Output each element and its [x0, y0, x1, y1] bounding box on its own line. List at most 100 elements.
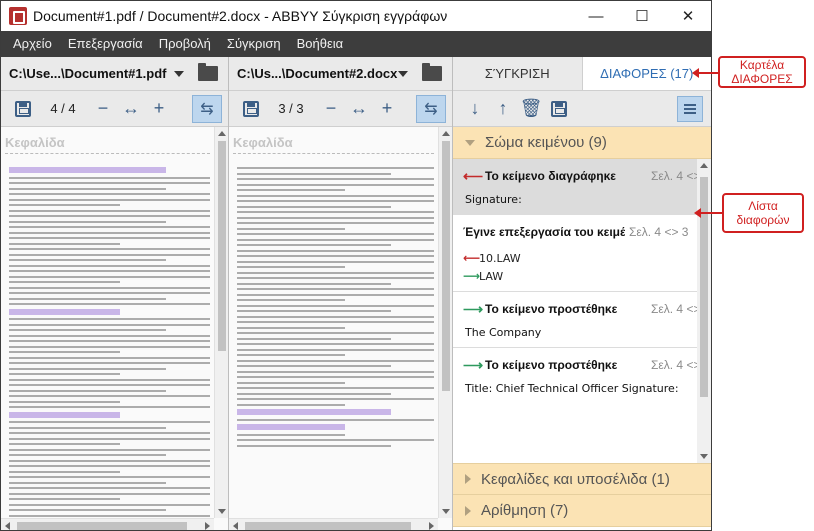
- group-headers-footers[interactable]: Κεφαλίδες και υποσέλιδα (1): [453, 463, 711, 495]
- menu-view[interactable]: Προβολή: [151, 31, 219, 57]
- text-line: [237, 277, 434, 279]
- text-line: [9, 384, 210, 386]
- text-line: [237, 282, 391, 285]
- save-button[interactable]: [9, 95, 37, 123]
- text-line: [237, 332, 434, 334]
- menu-file[interactable]: Αρχείο: [5, 31, 60, 57]
- deleted-arrow-icon: ⟵: [463, 167, 484, 184]
- differences-list[interactable]: ⟵ Το κείμενο διαγράφηκε Σελ. 4 <> 3 Sign…: [453, 159, 711, 463]
- maximize-button[interactable]: ☐: [619, 1, 665, 31]
- document-2-view[interactable]: Κεφαλίδα: [229, 127, 452, 530]
- text-line: [9, 389, 166, 392]
- document-1-path[interactable]: C:\Use...\Document#1.pdf: [9, 66, 174, 81]
- difference-item[interactable]: ⟶ Το κείμενο προστέθηκε Σελ. 4 <> 3 The …: [453, 292, 711, 348]
- document-1-view[interactable]: Κεφαλίδα: [1, 127, 228, 530]
- save-icon: [15, 100, 31, 117]
- scroll-down-icon[interactable]: [442, 509, 450, 514]
- previous-difference-icon[interactable]: ↑: [489, 95, 517, 123]
- list-view-button[interactable]: [677, 96, 703, 122]
- text-line: [9, 270, 210, 272]
- document-2-horizontal-scrollbar[interactable]: [229, 518, 438, 530]
- scroll-left-icon[interactable]: [233, 522, 238, 530]
- text-line: [237, 337, 391, 340]
- folder-open-icon[interactable]: [422, 63, 442, 81]
- minimize-button[interactable]: —: [573, 1, 619, 31]
- save-button[interactable]: [545, 95, 573, 123]
- text-line: [9, 443, 120, 445]
- scroll-thumb[interactable]: [245, 522, 411, 530]
- text-line: [9, 437, 210, 440]
- text-line: [9, 509, 166, 511]
- text-line: [9, 220, 166, 223]
- text-line: [237, 249, 434, 252]
- text-line: [237, 310, 391, 312]
- highlighted-line: [237, 424, 346, 430]
- scroll-up-icon[interactable]: [442, 131, 450, 136]
- scroll-thumb[interactable]: [442, 141, 450, 391]
- zoom-out-icon[interactable]: −: [89, 95, 117, 123]
- tab-compare[interactable]: ΣΎΓΚΡΙΣΗ: [453, 57, 583, 90]
- zoom-in-icon[interactable]: +: [373, 95, 401, 123]
- header-divider: [233, 153, 434, 154]
- scroll-thumb[interactable]: [218, 141, 226, 351]
- scroll-left-icon[interactable]: [5, 522, 10, 530]
- text-line: [9, 367, 166, 370]
- zoom-in-icon[interactable]: +: [145, 95, 173, 123]
- callout-differences-tab: Καρτέλα ΔΙΑΦΟΡΕΣ: [718, 56, 806, 88]
- difference-item[interactable]: Έγινε επεξεργασία του κειμένου Σελ. 4 <>…: [453, 215, 711, 292]
- scroll-right-icon[interactable]: [429, 522, 434, 530]
- document-1-horizontal-scrollbar[interactable]: [1, 518, 214, 530]
- text-line: [237, 321, 434, 323]
- group-numbering[interactable]: Αρίθμηση (7): [453, 495, 711, 527]
- save-icon: [551, 100, 567, 117]
- scroll-up-icon[interactable]: [700, 163, 708, 168]
- text-line: [9, 329, 166, 331]
- folder-open-icon[interactable]: [198, 63, 218, 81]
- scroll-right-icon[interactable]: [205, 522, 210, 530]
- chevron-right-icon: [465, 505, 471, 516]
- close-button[interactable]: ✕: [665, 1, 711, 31]
- scroll-up-icon[interactable]: [218, 131, 226, 136]
- trash-icon[interactable]: 🗑: [517, 95, 545, 123]
- chevron-down-icon[interactable]: [398, 70, 408, 77]
- zoom-out-icon[interactable]: −: [317, 95, 345, 123]
- document-2-page-count: 3 / 3: [278, 101, 304, 116]
- difference-item[interactable]: ⟵ Το κείμενο διαγράφηκε Σελ. 4 <> 3 Sign…: [453, 159, 711, 215]
- text-line: [9, 204, 120, 206]
- text-line: [9, 215, 210, 217]
- text-line: [237, 365, 391, 367]
- scroll-thumb[interactable]: [17, 522, 187, 530]
- save-button[interactable]: [237, 95, 265, 123]
- document-1-vertical-scrollbar[interactable]: [214, 127, 228, 518]
- fit-width-icon[interactable]: ↔: [345, 95, 373, 123]
- document-2-path[interactable]: C:\Us...\Document#2.docx: [237, 66, 398, 81]
- document-2-vertical-scrollbar[interactable]: [438, 127, 452, 518]
- scroll-down-icon[interactable]: [218, 509, 226, 514]
- menu-help[interactable]: Βοήθεια: [289, 31, 352, 57]
- text-line: [9, 406, 210, 408]
- next-difference-icon[interactable]: ↓: [461, 95, 489, 123]
- difference-text: Title: Chief Technical Officer Signature…: [465, 382, 679, 395]
- text-line: [9, 378, 210, 381]
- menu-edit[interactable]: Επεξεργασία: [60, 31, 151, 57]
- difference-item[interactable]: ⟶ Το κείμενο προστέθηκε Σελ. 4 <> 3 Titl…: [453, 348, 711, 403]
- text-line: [237, 216, 434, 219]
- text-line: [237, 418, 434, 421]
- sync-scroll-button[interactable]: ⇆: [416, 95, 446, 123]
- callout-arrow: [692, 68, 718, 78]
- text-line: [237, 233, 434, 235]
- menu-compare[interactable]: Σύγκριση: [219, 31, 289, 57]
- scroll-thumb[interactable]: [700, 177, 708, 397]
- chevron-down-icon[interactable]: [174, 70, 184, 77]
- group-label: Κεφαλίδες και υποσέλιδα (1): [481, 470, 670, 488]
- differences-scrollbar[interactable]: [697, 159, 711, 463]
- old-text: 10.LAW: [479, 251, 521, 265]
- scroll-down-icon[interactable]: [700, 454, 708, 459]
- fit-width-icon[interactable]: ↔: [117, 95, 145, 123]
- group-body-text[interactable]: Σώμα κειμένου (9): [453, 127, 711, 159]
- sync-scroll-button[interactable]: ⇆: [192, 95, 222, 123]
- text-line: [9, 281, 120, 283]
- difference-title: Το κείμενο προστέθηκε: [485, 302, 618, 316]
- text-line: [9, 259, 166, 261]
- text-line: [9, 193, 210, 195]
